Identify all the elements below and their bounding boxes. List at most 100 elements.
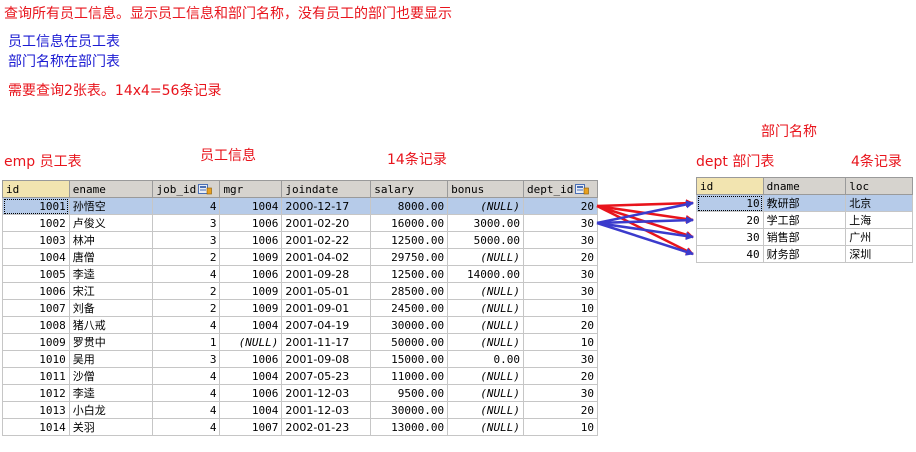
emp-cell-id[interactable]: 1004: [2, 248, 70, 266]
emp-cell-ename[interactable]: 宋江: [68, 282, 154, 300]
emp-cell-salary[interactable]: 12500.00: [370, 231, 449, 249]
dept-cell-id[interactable]: 30: [696, 228, 764, 246]
emp-cell-ename[interactable]: 吴用: [68, 350, 154, 368]
dept-col-loc[interactable]: loc: [845, 177, 913, 195]
dept-cell-dname[interactable]: 销售部: [762, 228, 847, 246]
dept-col-id[interactable]: id: [696, 177, 764, 195]
emp-cell-dept-id[interactable]: 10: [522, 299, 599, 317]
emp-cell-dept-id[interactable]: 10: [522, 418, 599, 436]
emp-cell-job-id[interactable]: 4: [152, 316, 221, 334]
emp-col-id[interactable]: id: [2, 180, 70, 198]
emp-cell-id[interactable]: 1012: [2, 384, 70, 402]
table-row[interactable]: 1002 卢俊义 3 1006 2001-02-20 16000.00 3000.00 30: [2, 214, 599, 232]
dept-cell-id[interactable]: 40: [696, 245, 764, 263]
table-row[interactable]: 1007 刘备 2 1009 2001-09-01 24500.00 (NULL) 10: [2, 299, 599, 317]
dept-col-dname[interactable]: dname: [762, 177, 847, 195]
emp-cell-dept-id[interactable]: 30: [522, 282, 599, 300]
emp-cell-dept-id[interactable]: 30: [522, 231, 599, 249]
emp-cell-job-id[interactable]: 1: [152, 333, 221, 351]
emp-cell-mgr[interactable]: 1004: [219, 316, 283, 334]
emp-cell-dept-id[interactable]: 30: [522, 350, 599, 368]
emp-cell-salary[interactable]: 30000.00: [370, 401, 449, 419]
emp-cell-salary[interactable]: 24500.00: [370, 299, 449, 317]
emp-cell-job-id[interactable]: 2: [152, 248, 221, 266]
emp-cell-job-id[interactable]: 4: [152, 197, 221, 215]
table-row[interactable]: 1005 李逵 4 1006 2001-09-28 12500.00 14000.00 30: [2, 265, 599, 283]
emp-cell-joindate[interactable]: 2001-12-03: [281, 384, 372, 402]
emp-col-joindate[interactable]: joindate: [281, 180, 372, 198]
emp-cell-mgr[interactable]: 1006: [219, 214, 283, 232]
table-row[interactable]: 40 财务部 深圳: [696, 245, 913, 263]
emp-cell-joindate[interactable]: 2001-02-22: [281, 231, 372, 249]
emp-cell-dept-id[interactable]: 20: [522, 197, 599, 215]
table-row[interactable]: 1010 吴用 3 1006 2001-09-08 15000.00 0.00 30: [2, 350, 599, 368]
emp-cell-bonus[interactable]: (NULL): [447, 418, 524, 436]
table-row[interactable]: 1013 小白龙 4 1004 2001-12-03 30000.00 (NULL) 20: [2, 401, 599, 419]
emp-cell-id[interactable]: 1007: [2, 299, 70, 317]
emp-cell-ename[interactable]: 猪八戒: [68, 316, 154, 334]
emp-cell-mgr[interactable]: 1006: [219, 384, 283, 402]
emp-cell-ename[interactable]: 孙悟空: [68, 197, 154, 215]
emp-cell-salary[interactable]: 12500.00: [370, 265, 449, 283]
emp-cell-salary[interactable]: 50000.00: [370, 333, 449, 351]
table-row[interactable]: 1003 林冲 3 1006 2001-02-22 12500.00 5000.00 30: [2, 231, 599, 249]
dept-cell-id[interactable]: 10: [696, 194, 764, 212]
emp-col-bonus[interactable]: bonus: [447, 180, 524, 198]
emp-cell-ename[interactable]: 李逵: [68, 265, 154, 283]
table-row[interactable]: 20 学工部 上海: [696, 211, 913, 229]
emp-cell-id[interactable]: 1009: [2, 333, 70, 351]
emp-cell-salary[interactable]: 30000.00: [370, 316, 449, 334]
emp-cell-bonus[interactable]: 0.00: [447, 350, 524, 368]
emp-col-mgr[interactable]: mgr: [219, 180, 283, 198]
emp-cell-bonus[interactable]: (NULL): [447, 367, 524, 385]
emp-cell-dept-id[interactable]: 30: [522, 265, 599, 283]
emp-cell-ename[interactable]: 唐僧: [68, 248, 154, 266]
table-row[interactable]: 1009 罗贯中 1 (NULL) 2001-11-17 50000.00 (NULL) 10: [2, 333, 599, 351]
table-row[interactable]: 1006 宋江 2 1009 2001-05-01 28500.00 (NULL) 30: [2, 282, 599, 300]
emp-cell-job-id[interactable]: 4: [152, 418, 221, 436]
emp-cell-dept-id[interactable]: 20: [522, 316, 599, 334]
emp-cell-id[interactable]: 1002: [2, 214, 70, 232]
emp-cell-salary[interactable]: 28500.00: [370, 282, 449, 300]
emp-cell-joindate[interactable]: 2001-09-01: [281, 299, 372, 317]
dept-cell-loc[interactable]: 上海: [845, 211, 913, 229]
table-row[interactable]: 1014 关羽 4 1007 2002-01-23 13000.00 (NULL) 10: [2, 418, 599, 436]
dept-cell-id[interactable]: 20: [696, 211, 764, 229]
emp-cell-salary[interactable]: 15000.00: [370, 350, 449, 368]
emp-cell-bonus[interactable]: (NULL): [447, 316, 524, 334]
emp-cell-joindate[interactable]: 2001-09-28: [281, 265, 372, 283]
emp-cell-joindate[interactable]: 2001-12-03: [281, 401, 372, 419]
emp-cell-job-id[interactable]: 4: [152, 384, 221, 402]
emp-cell-bonus[interactable]: (NULL): [447, 248, 524, 266]
dept-cell-loc[interactable]: 北京: [845, 194, 913, 212]
emp-cell-ename[interactable]: 关羽: [68, 418, 154, 436]
emp-cell-job-id[interactable]: 3: [152, 350, 221, 368]
emp-cell-joindate[interactable]: 2001-02-20: [281, 214, 372, 232]
emp-cell-id[interactable]: 1008: [2, 316, 70, 334]
emp-cell-joindate[interactable]: 2007-05-23: [281, 367, 372, 385]
emp-cell-job-id[interactable]: 3: [152, 214, 221, 232]
table-row[interactable]: 30 销售部 广州: [696, 228, 913, 246]
table-row[interactable]: 1012 李逵 4 1006 2001-12-03 9500.00 (NULL) 30: [2, 384, 599, 402]
table-row[interactable]: 1011 沙僧 4 1004 2007-05-23 11000.00 (NULL) 20: [2, 367, 599, 385]
emp-cell-id[interactable]: 1001: [2, 197, 70, 215]
emp-cell-mgr[interactable]: 1004: [219, 401, 283, 419]
emp-cell-ename[interactable]: 刘备: [68, 299, 154, 317]
dept-cell-loc[interactable]: 深圳: [845, 245, 913, 263]
emp-col-salary[interactable]: salary: [370, 180, 449, 198]
emp-cell-bonus[interactable]: (NULL): [447, 299, 524, 317]
emp-cell-dept-id[interactable]: 30: [522, 214, 599, 232]
emp-cell-ename[interactable]: 林冲: [68, 231, 154, 249]
emp-cell-dept-id[interactable]: 20: [522, 248, 599, 266]
emp-cell-mgr[interactable]: 1009: [219, 282, 283, 300]
emp-cell-bonus[interactable]: (NULL): [447, 197, 524, 215]
emp-cell-mgr[interactable]: 1006: [219, 350, 283, 368]
emp-cell-id[interactable]: 1010: [2, 350, 70, 368]
emp-cell-id[interactable]: 1014: [2, 418, 70, 436]
emp-cell-mgr[interactable]: 1009: [219, 299, 283, 317]
emp-cell-joindate[interactable]: 2000-12-17: [281, 197, 372, 215]
emp-cell-bonus[interactable]: (NULL): [447, 401, 524, 419]
emp-cell-dept-id[interactable]: 10: [522, 333, 599, 351]
emp-cell-joindate[interactable]: 2001-05-01: [281, 282, 372, 300]
emp-cell-joindate[interactable]: 2002-01-23: [281, 418, 372, 436]
